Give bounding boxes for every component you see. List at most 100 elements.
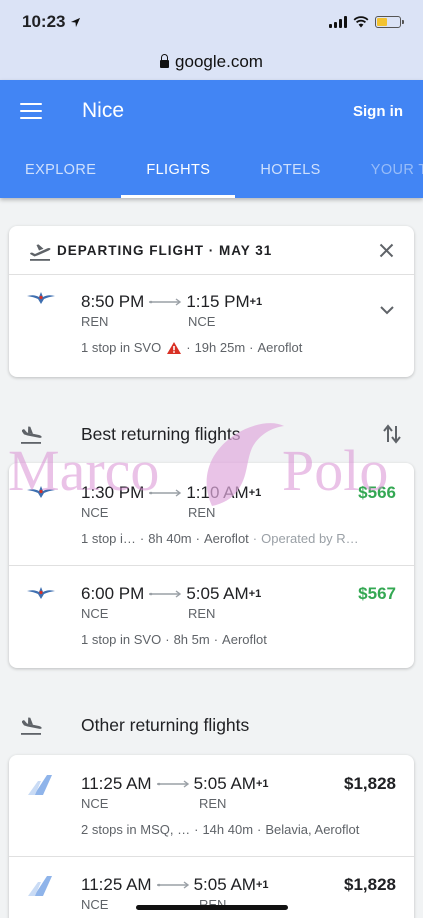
battery-icon <box>375 16 404 28</box>
flight-arrow-icon <box>149 590 182 598</box>
tab-explore[interactable]: EXPLORE <box>0 142 121 198</box>
airline-text: Aeroflot <box>257 340 303 355</box>
departing-flight-row[interactable]: 8:50 PM 1:15 PM +1 REN NCE 1 stop in SVO … <box>9 292 414 372</box>
departure-time: 6:00 PM <box>81 584 145 603</box>
stops-text: 1 stop in SVO <box>81 632 162 647</box>
home-indicator[interactable] <box>136 905 288 910</box>
status-icons <box>329 16 404 28</box>
departure-time: 8:50 PM <box>81 292 145 311</box>
main-content: DEPARTING FLIGHT · MAY 31 8:50 PM 1:15 P… <box>0 198 423 918</box>
best-returning-card: 1:30 PM 1:10 AM +1 $566 NCE REN 1 stop i…… <box>9 463 414 668</box>
duration-text: 19h 25m <box>194 340 246 355</box>
cellular-signal-icon <box>329 16 347 28</box>
browser-chrome: 10:23 google.com <box>0 0 423 80</box>
page-title: Nice <box>82 99 125 122</box>
flight-row[interactable]: 6:00 PM 5:05 AM +1 $567 NCE REN 1 stop in… <box>9 584 414 664</box>
flight-row[interactable]: 11:25 AM 5:05 AM +1 $1,828 NCE REN 2 stop… <box>9 774 414 854</box>
flight-times: 6:00 PM 5:05 AM +1 <box>81 584 261 604</box>
airport-codes: NCE REN <box>81 897 226 912</box>
flight-details: 2 stops in MSQ, … · 14h 40m · Belavia, A… <box>81 822 360 837</box>
arrival-time: 1:10 AM <box>186 483 249 502</box>
row-divider <box>9 565 414 566</box>
origin-code: NCE <box>81 505 109 520</box>
duration-text: 8h 5m <box>173 632 210 647</box>
operated-by-text: Operated by R… <box>261 531 359 546</box>
other-returning-title: Other returning flights <box>81 714 250 735</box>
destination-code: NCE <box>188 314 216 329</box>
hamburger-menu-icon[interactable] <box>20 103 42 119</box>
chevron-down-icon[interactable] <box>380 306 394 315</box>
best-returning-title: Best returning flights <box>81 423 241 444</box>
tab-hotels[interactable]: HOTELS <box>235 142 345 198</box>
destination-code: REN <box>188 606 216 621</box>
destination-code: REN <box>199 796 227 811</box>
flight-times: 11:25 AM 5:05 AM +1 <box>81 875 269 895</box>
url-text: google.com <box>175 52 263 71</box>
location-arrow-icon <box>71 17 81 27</box>
flight-details: 1 stop in SVO · 19h 25m · Aeroflot <box>81 340 303 355</box>
airline-text: Belavia, Aeroflot <box>265 822 360 837</box>
belavia-logo-icon <box>28 876 52 896</box>
origin-code: REN <box>81 314 109 329</box>
lock-icon <box>160 54 170 68</box>
arrival-time: 1:15 PM <box>186 292 250 311</box>
airport-codes: REN NCE <box>81 314 215 329</box>
departure-time: 11:25 AM <box>81 774 152 793</box>
price: $567 <box>358 584 396 603</box>
duration-text: 14h 40m <box>202 822 254 837</box>
day-offset: +1 <box>255 778 269 790</box>
flight-row[interactable]: 11:25 AM 5:05 AM+1 $1,828 NCE REN <box>9 875 414 918</box>
flight-times: 11:25 AM 5:05 AM +1 <box>81 774 269 794</box>
sort-icon[interactable] <box>383 424 401 444</box>
flight-times: 8:50 PM 1:15 PM +1 <box>81 292 262 312</box>
flight-details: 1 stop i… · 8h 40m · Aeroflot · Operated… <box>81 531 359 546</box>
sign-in-button[interactable]: Sign in <box>353 103 403 120</box>
aeroflot-logo-icon <box>27 292 55 304</box>
price: $566 <box>358 483 396 502</box>
price: $1,828 <box>344 875 396 894</box>
duration-text: 8h 40m <box>148 531 192 546</box>
arrival-time: 5:05 AM <box>186 584 249 603</box>
landing-icon <box>21 426 42 444</box>
flight-arrow-icon <box>149 298 182 306</box>
arrival-time: 5:05 AM <box>193 774 256 793</box>
tab-flights[interactable]: FLIGHTS <box>121 142 236 198</box>
origin-code: NCE <box>81 606 109 621</box>
tab-bar: EXPLORE FLIGHTS HOTELS YOUR TRI <box>0 142 423 198</box>
origin-code: NCE <box>81 897 109 912</box>
other-returning-card: 11:25 AM 5:05 AM +1 $1,828 NCE REN 2 stop… <box>9 755 414 918</box>
aeroflot-logo-icon <box>27 587 55 599</box>
day-offset: +1 <box>248 487 262 499</box>
origin-code: NCE <box>81 796 109 811</box>
landing-icon <box>21 717 42 735</box>
departing-flight-card: DEPARTING FLIGHT · MAY 31 8:50 PM 1:15 P… <box>9 226 414 377</box>
airline-text: Aeroflot <box>222 632 267 647</box>
status-bar: 10:23 <box>0 0 423 44</box>
arrival-time: 5:05 AM <box>193 875 256 894</box>
stops-text: 1 stop in SVO <box>81 340 162 355</box>
flight-row[interactable]: 1:30 PM 1:10 AM +1 $566 NCE REN 1 stop i…… <box>9 483 414 563</box>
app-header: Nice Sign in EXPLORE FLIGHTS HOTELS YOUR… <box>0 80 423 198</box>
row-divider <box>9 856 414 857</box>
flight-details: 1 stop in SVO · 8h 5m · Aeroflot <box>81 632 267 647</box>
stops-text: 1 stop i… <box>81 531 136 546</box>
departure-time: 11:25 AM <box>81 875 152 894</box>
flight-arrow-icon <box>156 780 189 788</box>
airport-codes: NCE REN <box>81 796 226 811</box>
airport-codes: NCE REN <box>81 505 215 520</box>
destination-code: REN <box>188 505 216 520</box>
tab-your-trips[interactable]: YOUR TRI <box>346 142 423 198</box>
airport-codes: NCE REN <box>81 606 215 621</box>
day-offset: +1 <box>248 588 262 600</box>
departing-flight-header: DEPARTING FLIGHT · MAY 31 <box>9 226 414 275</box>
day-offset: +1 <box>255 879 269 891</box>
clock: 10:23 <box>22 12 81 32</box>
aeroflot-logo-icon <box>27 486 55 498</box>
wifi-icon <box>353 16 369 28</box>
flight-times: 1:30 PM 1:10 AM +1 <box>81 483 261 503</box>
takeoff-icon <box>30 244 51 261</box>
departure-time: 1:30 PM <box>81 483 145 502</box>
flight-arrow-icon <box>149 489 182 497</box>
url-bar[interactable]: google.com <box>0 44 423 80</box>
close-icon[interactable] <box>379 243 394 258</box>
